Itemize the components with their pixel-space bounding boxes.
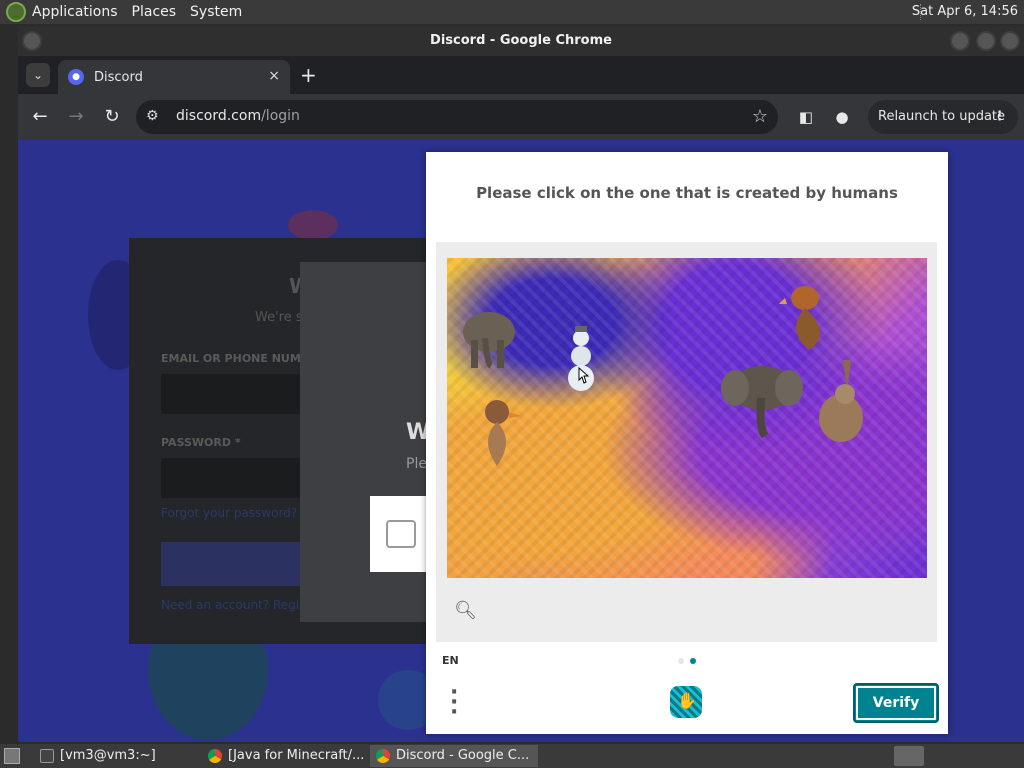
minimize-button[interactable] <box>950 31 970 51</box>
duck-image[interactable] <box>475 396 521 468</box>
chrome-icon <box>376 749 390 763</box>
close-window-button[interactable] <box>1000 31 1020 51</box>
discord-favicon-icon: ● <box>68 69 84 85</box>
challenge-pager <box>678 658 696 664</box>
taskbar-item-terminal[interactable]: [vm3@vm3:~] <box>34 745 202 767</box>
verify-button[interactable]: Verify <box>853 683 939 723</box>
taskbar-label: [vm3@vm3:~] <box>60 748 156 763</box>
top-panel: Applications Places System Sat Apr 6, 14… <box>0 0 1024 24</box>
tab-bar: ⌄ ● Discord × + <box>18 56 1024 94</box>
password-field[interactable] <box>161 458 301 498</box>
bookmark-star-icon[interactable]: ☆ <box>752 106 768 127</box>
captcha-challenge: Please click on the one that is created … <box>426 152 948 734</box>
login-button[interactable] <box>161 542 301 586</box>
relaunch-update-button[interactable]: Relaunch to update ⋮ <box>868 100 1018 134</box>
show-desktop-icon[interactable] <box>4 748 20 764</box>
pager-dot-active <box>690 658 696 664</box>
elephant-image[interactable] <box>721 358 803 440</box>
chrome-icon <box>208 749 222 763</box>
site-info-icon[interactable]: ⚙ <box>146 108 159 124</box>
tab-label: Discord <box>94 69 143 85</box>
challenge-prompt: Please click on the one that is created … <box>476 184 898 202</box>
window-title: Discord - Google Chrome <box>430 33 612 48</box>
window-menu-button[interactable] <box>22 31 42 51</box>
taskbar-item-chrome-discord[interactable]: Discord - Google C... <box>370 745 538 767</box>
login-subtitle: We're s <box>255 310 303 325</box>
language-selector[interactable]: EN <box>442 654 459 667</box>
relaunch-label: Relaunch to update <box>878 109 1006 124</box>
clock[interactable]: Sat Apr 6, 14:56 <box>912 4 1018 19</box>
back-arrow-icon[interactable]: ← <box>28 105 52 129</box>
email-label: EMAIL OR PHONE NUMB <box>161 352 310 365</box>
modal-subtitle: Ple <box>406 456 427 472</box>
profile-icon[interactable]: ● <box>830 105 854 129</box>
tray-chrome-icon[interactable] <box>894 746 924 766</box>
captcha-menu-icon[interactable]: · · · <box>450 682 458 724</box>
maximize-button[interactable] <box>976 31 996 51</box>
rabbit-image[interactable] <box>813 360 869 444</box>
menu-places[interactable]: Places <box>132 4 177 20</box>
captcha-checkbox[interactable] <box>386 520 416 548</box>
reload-icon[interactable]: ↻ <box>100 105 124 129</box>
close-tab-icon[interactable]: × <box>268 68 280 84</box>
forward-arrow-icon[interactable]: → <box>64 105 88 129</box>
pager-dot <box>678 658 684 664</box>
bottom-taskbar: [vm3@vm3:~] [Java for Minecraft/... Disc… <box>0 744 1024 768</box>
browser-toolbar: ← → ↻ ⚙ discord.com/login ☆ ◧ ● Relaunch… <box>18 94 1024 140</box>
elephant-image[interactable] <box>457 304 521 374</box>
address-bar[interactable]: ⚙ discord.com/login ☆ <box>136 100 778 134</box>
hcaptcha-logo-icon <box>670 686 702 718</box>
taskbar-item-chrome-java[interactable]: [Java for Minecraft/... <box>202 745 370 767</box>
distro-logo-icon[interactable] <box>6 2 26 22</box>
zoom-search-icon[interactable]: 🔍︎ <box>454 600 477 621</box>
password-label: PASSWORD * <box>161 436 241 449</box>
url-host: discord.com <box>176 108 262 124</box>
menu-applications[interactable]: Applications <box>32 4 118 20</box>
side-panel-icon[interactable]: ◧ <box>794 105 818 129</box>
duck-image[interactable] <box>779 280 841 352</box>
register-link[interactable]: Need an account? Regi <box>161 598 299 612</box>
tab-discord[interactable]: ● Discord × <box>58 60 290 94</box>
url-text[interactable]: discord.com/login <box>176 108 300 124</box>
url-path: /login <box>261 108 300 124</box>
mouse-cursor-icon <box>578 366 590 384</box>
chrome-menu-icon[interactable]: ⋮ <box>993 100 1006 134</box>
terminal-icon <box>40 749 54 763</box>
new-tab-button[interactable]: + <box>300 64 317 86</box>
window-titlebar[interactable]: Discord - Google Chrome <box>18 26 1024 56</box>
taskbar-label: [Java for Minecraft/... <box>228 748 365 763</box>
email-field[interactable] <box>161 374 301 414</box>
forgot-password-link[interactable]: Forgot your password? <box>161 506 297 520</box>
tab-search-button[interactable]: ⌄ <box>26 63 50 87</box>
menu-system[interactable]: System <box>190 4 242 20</box>
taskbar-label: Discord - Google C... <box>396 748 530 763</box>
challenge-image[interactable] <box>447 258 927 578</box>
